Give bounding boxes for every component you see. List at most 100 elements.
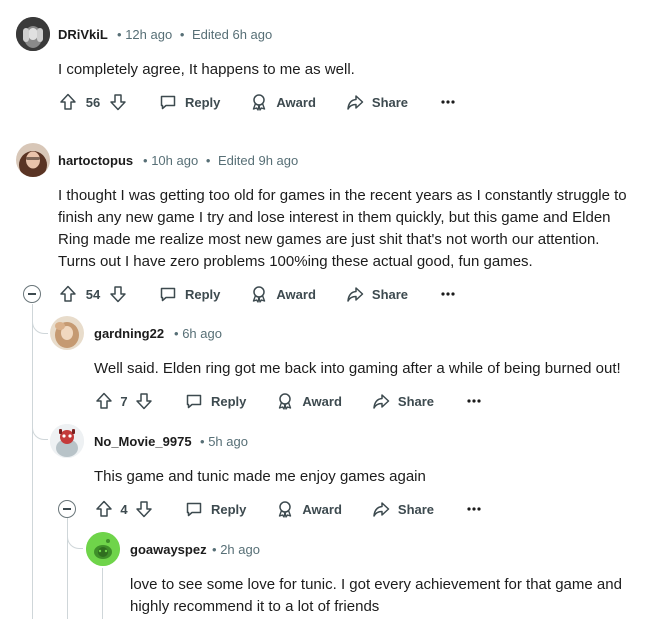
thread-connector — [32, 418, 48, 440]
comment-timestamp[interactable]: 2h ago — [220, 542, 260, 557]
comment-meta: • 12h ago • Edited 6h ago — [117, 27, 272, 42]
comment-line: finish any new game I try and lose inter… — [58, 209, 611, 226]
meta-separator: • — [205, 153, 211, 168]
speech-bubble-icon — [159, 93, 185, 111]
meta-separator: • — [174, 326, 179, 341]
edited-label: Edited 9h ago — [218, 153, 299, 168]
comment-actions: 54 Reply Award Share — [58, 282, 458, 306]
reply-label: Reply — [211, 393, 247, 409]
reply-button[interactable]: Reply — [185, 392, 246, 410]
share-button[interactable]: Share — [372, 500, 434, 518]
award-ribbon-icon — [250, 93, 276, 111]
comment-line: Ring made me realize most new games are … — [58, 231, 600, 248]
vote-control: 56 — [58, 92, 128, 112]
award-label: Award — [276, 94, 316, 110]
meta-separator: • — [143, 153, 148, 168]
vote-count: 54 — [85, 286, 101, 302]
share-label: Share — [371, 94, 409, 110]
comment-body: I thought I was getting too old for game… — [58, 185, 658, 273]
reply-button[interactable]: Reply — [159, 285, 220, 303]
vote-control: 54 — [58, 284, 128, 304]
comment-timestamp[interactable]: 10h ago — [151, 153, 198, 168]
comment-meta: • 5h ago — [200, 434, 248, 449]
thread-line — [32, 304, 33, 619]
share-label: Share — [397, 393, 435, 409]
ellipsis-icon — [467, 507, 481, 511]
share-button[interactable]: Share — [346, 93, 408, 111]
speech-bubble-icon — [159, 285, 185, 303]
share-arrow-icon — [346, 93, 372, 111]
thread-line — [102, 568, 103, 619]
meta-separator: • — [200, 434, 205, 449]
comment-actions: 4 Reply Award Share — [94, 497, 484, 521]
share-button[interactable]: Share — [372, 392, 434, 410]
award-button[interactable]: Award — [276, 392, 342, 410]
award-label: Award — [302, 501, 342, 517]
vote-count: 4 — [120, 501, 128, 517]
comment-line: This game and tunic made me enjoy games … — [94, 468, 426, 485]
downvote-arrow-icon[interactable] — [134, 391, 154, 411]
comment-body: love to see some love for tunic. I got e… — [130, 574, 650, 618]
upvote-arrow-icon[interactable] — [94, 499, 114, 519]
comment-author[interactable]: gardning22 — [94, 326, 164, 341]
more-options-button[interactable] — [464, 507, 484, 511]
vote-count: 7 — [120, 393, 128, 409]
more-options-button[interactable] — [438, 100, 458, 104]
comment-author[interactable]: No_Movie_9975 — [94, 434, 192, 449]
reply-label: Reply — [211, 501, 247, 517]
award-button[interactable]: Award — [250, 285, 316, 303]
reply-label: Reply — [185, 286, 221, 302]
more-options-button[interactable] — [438, 292, 458, 296]
comment-line: Well said. Elden ring got me back into g… — [94, 360, 621, 377]
avatar[interactable] — [86, 532, 120, 566]
avatar[interactable] — [50, 316, 84, 350]
ellipsis-icon — [441, 100, 455, 104]
downvote-arrow-icon[interactable] — [134, 499, 154, 519]
award-button[interactable]: Award — [276, 500, 342, 518]
collapse-thread-button[interactable] — [23, 285, 41, 303]
collapse-minus-icon — [28, 293, 36, 295]
avatar[interactable] — [50, 424, 84, 458]
collapse-thread-button[interactable] — [58, 500, 76, 518]
comment-body: I completely agree, It happens to me as … — [58, 59, 648, 81]
share-label: Share — [371, 286, 409, 302]
avatar[interactable] — [16, 143, 50, 177]
comment-author[interactable]: goawayspez — [130, 542, 207, 557]
ellipsis-icon — [441, 292, 455, 296]
reply-button[interactable]: Reply — [185, 500, 246, 518]
comment-body: Well said. Elden ring got me back into g… — [94, 358, 654, 380]
speech-bubble-icon — [185, 392, 211, 410]
share-arrow-icon — [372, 392, 398, 410]
more-options-button[interactable] — [464, 399, 484, 403]
vote-control: 7 — [94, 391, 154, 411]
award-ribbon-icon — [276, 392, 302, 410]
award-ribbon-icon — [276, 500, 302, 518]
award-label: Award — [276, 286, 316, 302]
award-button[interactable]: Award — [250, 93, 316, 111]
share-arrow-icon — [346, 285, 372, 303]
reply-button[interactable]: Reply — [159, 93, 220, 111]
downvote-arrow-icon[interactable] — [108, 92, 128, 112]
comment-timestamp[interactable]: 6h ago — [182, 326, 222, 341]
share-button[interactable]: Share — [346, 285, 408, 303]
comment-line: love to see some love for tunic. I got e… — [130, 576, 622, 593]
upvote-arrow-icon[interactable] — [58, 92, 78, 112]
comment-line: Turns out I have zero problems 100%ing t… — [58, 253, 533, 270]
comment-line: highly recommend it to a lot of friends — [130, 598, 380, 615]
award-label: Award — [302, 393, 342, 409]
vote-count: 56 — [85, 94, 101, 110]
downvote-arrow-icon[interactable] — [108, 284, 128, 304]
comment-author[interactable]: DRiVkiL — [58, 27, 108, 42]
comment-timestamp[interactable]: 12h ago — [125, 27, 172, 42]
comment-meta: • 2h ago — [212, 542, 260, 557]
avatar[interactable] — [16, 17, 50, 51]
thread-connector — [67, 522, 83, 549]
award-ribbon-icon — [250, 285, 276, 303]
comment-author[interactable]: hartoctopus — [58, 153, 133, 168]
comment-timestamp[interactable]: 5h ago — [208, 434, 248, 449]
share-arrow-icon — [372, 500, 398, 518]
upvote-arrow-icon[interactable] — [94, 391, 114, 411]
speech-bubble-icon — [185, 500, 211, 518]
meta-separator: • — [117, 27, 122, 42]
upvote-arrow-icon[interactable] — [58, 284, 78, 304]
